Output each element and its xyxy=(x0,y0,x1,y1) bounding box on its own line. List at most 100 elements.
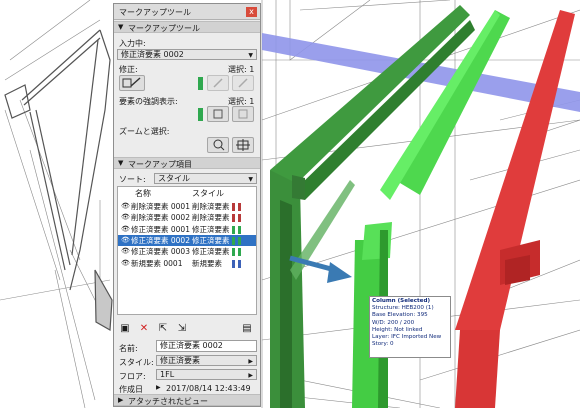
style-color-swatch xyxy=(238,225,241,234)
new-entry-icon[interactable]: ▣ xyxy=(119,323,131,335)
section-markup-items[interactable]: ▼ マークアップ項目 xyxy=(114,157,260,169)
collapse-arrow-icon: ▼ xyxy=(118,23,124,31)
name-label: 名前: xyxy=(119,344,138,353)
style-dropdown[interactable]: 修正済要素 ▶ xyxy=(156,355,257,366)
eye-icon[interactable]: 👁 xyxy=(121,201,130,212)
element-info-tooltip: Column (Selected) Structure: HEB200 (1) … xyxy=(369,296,451,358)
list-item[interactable]: 👁 修正済要素 0002 修正済要素 xyxy=(118,234,256,246)
style-color-swatch xyxy=(238,203,241,211)
palette-titlebar[interactable]: マークアップツール x xyxy=(114,4,260,20)
eyedropper-button[interactable] xyxy=(119,75,145,91)
style-color-swatch xyxy=(232,214,235,223)
list-item-style: 削除済要素 xyxy=(192,202,230,211)
chevron-right-icon: ▶ xyxy=(248,372,253,379)
input-label: 入力中: xyxy=(119,39,146,48)
list-item-style: 修正済要素 xyxy=(192,247,230,257)
tooltip-height: Height: Not linked xyxy=(372,326,423,333)
highlight-color-swatch xyxy=(198,108,203,121)
style-color-swatch xyxy=(238,236,241,245)
column-header-style[interactable]: スタイル xyxy=(192,188,224,199)
markup-items-list[interactable]: 名称 スタイル 👁 削除済要素 0001 削除済要素 👁 削除済要素 0002 削除済要素… xyxy=(117,186,257,315)
style-label: スタイル: xyxy=(119,358,154,367)
delete-icon[interactable]: ✕ xyxy=(138,323,150,335)
sort-dropdown-value: スタイル xyxy=(158,174,190,183)
highlight-label: 要素の強調表示: xyxy=(119,97,178,106)
chevron-right-icon: ▶ xyxy=(248,358,253,365)
collapse-arrow-icon: ▼ xyxy=(118,159,124,167)
pencil-icon xyxy=(213,78,223,88)
list-item-name: 削除済要素 0001 xyxy=(131,202,190,211)
input-dropdown-value: 修正済要素 0002 xyxy=(121,50,184,59)
list-item-style: 修正済要素 xyxy=(192,235,230,245)
highlight-add-button[interactable] xyxy=(207,106,229,122)
eyedropper-icon xyxy=(122,77,141,88)
modify-label: 修正: xyxy=(119,65,138,74)
modify-color-swatch xyxy=(198,77,203,90)
floor-dropdown-value: 1FL xyxy=(160,370,175,379)
close-button[interactable]: x xyxy=(246,7,257,17)
tooltip-wd: W/D: 200 / 200 xyxy=(372,319,415,326)
highlight-add-icon xyxy=(213,109,223,119)
3d-viewport[interactable] xyxy=(0,0,580,408)
eye-icon[interactable]: 👁 xyxy=(121,246,130,257)
list-item-style: 修正済要素 xyxy=(192,224,230,234)
created-arrow-icon: ▶ xyxy=(156,384,161,391)
style-color-swatch xyxy=(232,248,235,257)
style-dropdown-value: 修正済要素 xyxy=(160,356,200,365)
eye-icon[interactable]: 👁 xyxy=(121,212,130,223)
modify-remove-button[interactable] xyxy=(232,75,254,91)
list-item-name: 削除済要素 0002 xyxy=(131,213,190,223)
style-color-swatch xyxy=(238,259,241,268)
list-item-name: 修正済要素 0001 xyxy=(131,224,190,234)
pencil-off-icon xyxy=(238,78,248,88)
list-item-name: 新規要素 0001 xyxy=(131,258,183,268)
list-item[interactable]: 👁 新規要素 0001 新規要素 xyxy=(118,258,256,269)
list-item-name: 修正済要素 0002 xyxy=(131,235,190,245)
modify-selected-count: 選択: 1 xyxy=(228,65,255,74)
zoom-label: ズームと選択: xyxy=(119,127,170,136)
section-attached-views[interactable]: ▶ アタッチされたビュー xyxy=(114,394,260,406)
eye-icon[interactable]: 👁 xyxy=(121,258,130,269)
name-field[interactable]: 修正済要素 0002 xyxy=(156,340,257,352)
input-dropdown[interactable]: 修正済要素 0002 ▼ xyxy=(117,49,257,60)
tooltip-layer: Layer: IFC Imported New xyxy=(372,334,442,341)
floor-dropdown[interactable]: 1FL ▶ xyxy=(156,369,257,380)
list-item-name: 修正済要素 0003 xyxy=(131,247,190,257)
tooltip-story: Story: 0 xyxy=(372,341,394,348)
list-item[interactable]: 👁 削除済要素 0002 削除済要素 xyxy=(118,212,256,223)
tooltip-title: Column (Selected) xyxy=(372,298,431,304)
list-item-style: 削除済要素 xyxy=(192,213,230,223)
tooltip-base-elevation: Base Elevation: 395 xyxy=(372,312,428,319)
list-item[interactable]: 👁 削除済要素 0001 削除済要素 xyxy=(118,201,256,212)
eye-icon[interactable]: 👁 xyxy=(121,224,130,235)
style-color-swatch xyxy=(232,203,235,211)
highlight-remove-icon xyxy=(238,109,248,119)
list-item-style: 新規要素 xyxy=(192,258,222,268)
chevron-down-icon: ▼ xyxy=(248,176,253,183)
highlight-remove-button[interactable] xyxy=(232,106,254,122)
section-markup-items-label: マークアップ項目 xyxy=(128,160,192,169)
palette-title: マークアップツール xyxy=(119,8,191,17)
name-field-value: 修正済要素 0002 xyxy=(160,341,223,350)
markup-tools-palette: マークアップツール x ▼ マークアップツール 入力中: 修正済要素 0002 … xyxy=(113,3,261,407)
modify-apply-button[interactable] xyxy=(207,75,229,91)
expand-arrow-icon: ▶ xyxy=(118,396,124,404)
eye-icon[interactable]: 👁 xyxy=(121,235,130,246)
zoom-button[interactable] xyxy=(207,137,229,153)
chevron-down-icon: ▼ xyxy=(248,52,253,59)
style-color-swatch xyxy=(232,259,235,268)
style-color-swatch xyxy=(232,236,235,245)
select-elements-button[interactable] xyxy=(232,137,254,153)
list-item[interactable]: 👁 修正済要素 0003 修正済要素 xyxy=(118,246,256,257)
list-item[interactable]: 👁 修正済要素 0001 修正済要素 xyxy=(118,224,256,235)
sort-dropdown[interactable]: スタイル ▼ xyxy=(154,173,257,184)
section-markup-tools-label: マークアップツール xyxy=(128,24,200,33)
floor-label: フロア: xyxy=(119,372,146,381)
tooltip-structure: Structure: HEB200 (1) xyxy=(372,305,434,312)
style-color-swatch xyxy=(238,214,241,223)
section-markup-tools[interactable]: ▼ マークアップツール xyxy=(114,21,260,33)
import-icon[interactable]: ⇱ xyxy=(157,323,169,335)
column-header-name[interactable]: 名称 xyxy=(135,188,151,199)
export-icon[interactable]: ⇲ xyxy=(176,323,188,335)
report-icon[interactable]: ▤ xyxy=(241,323,253,335)
